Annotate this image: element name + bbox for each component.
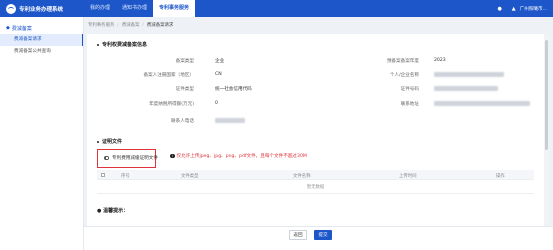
sidebar-item-fee-request[interactable]: 费减备案请求 bbox=[0, 34, 83, 46]
bullet-icon bbox=[97, 140, 99, 143]
bullet-icon bbox=[97, 43, 99, 46]
field-value: 2023 bbox=[434, 58, 446, 63]
redacted-value bbox=[215, 118, 245, 123]
field-value: 企业 bbox=[215, 59, 225, 64]
table-empty: 暂无数据 bbox=[97, 180, 534, 194]
nav-patent-services[interactable]: 专利事务服务 bbox=[153, 0, 196, 17]
main-nav: 我的办理 通知书办理 专利事务服务 bbox=[84, 0, 196, 17]
redacted-value bbox=[434, 72, 504, 77]
logo-icon bbox=[6, 3, 16, 14]
field-value: 0 bbox=[215, 101, 218, 106]
vertical-scrollbar[interactable] bbox=[544, 34, 549, 226]
field-label: 证件类型 bbox=[175, 87, 194, 92]
field-label: 联系人电话 bbox=[171, 119, 194, 124]
field-label: 预备案备案年度 bbox=[386, 59, 419, 64]
attachment-section-title-text: 证明文件 bbox=[102, 139, 123, 145]
column-header-time: 上传时间 bbox=[399, 174, 417, 179]
sidebar-group-fee-reduction[interactable]: ◆ 费减备案 bbox=[0, 22, 83, 34]
upload-hint: ! 仅允许上传jpeg、jpg、png、pdf文件，且每个文件不超过30M bbox=[170, 153, 307, 159]
info-row: 年度纳税所得额(万元) 0 联系地址 bbox=[87, 97, 544, 110]
field-label: 备案人注册国家（地区） bbox=[143, 73, 194, 78]
field-label: 年度纳税所得额(万元) bbox=[149, 102, 194, 107]
nav-notice-handling[interactable]: 通知书办理 bbox=[116, 0, 153, 17]
cloud-upload-icon bbox=[104, 156, 109, 160]
upload-proof-button[interactable]: 专利费用减缓证明文件 bbox=[104, 155, 158, 161]
breadcrumb-separator: / bbox=[142, 22, 144, 28]
scrollbar-thumb[interactable] bbox=[545, 40, 548, 150]
field-value: CN bbox=[215, 72, 222, 77]
user-name[interactable]: 广州照曦市... bbox=[520, 6, 547, 12]
field-label: 证件号码 bbox=[400, 87, 419, 92]
info-row: 联系人电话 bbox=[87, 114, 544, 127]
column-header-action: 操作 bbox=[496, 174, 505, 179]
app-title: 专利业务办理系统 bbox=[19, 6, 64, 13]
main-content: 专利权费减备案信息 备案类型 企业 预备案备案年度 2023 备案人注册国家（地… bbox=[87, 34, 544, 244]
sidebar-group-label: 费减备案 bbox=[11, 25, 32, 32]
top-bar: 专利业务办理系统 我的办理 通知书办理 专利事务服务 ● ▲ 广州照曦市... bbox=[0, 0, 553, 17]
breadcrumb: 专利事务服务 / 费减备案 / 费减备案请求 bbox=[88, 20, 173, 30]
info-row: 证件类型 统一社会信用代码 证件号码 bbox=[87, 82, 544, 95]
notice-title: ● 温馨提示： bbox=[97, 207, 128, 214]
info-icon: ! bbox=[170, 153, 175, 159]
sidebar-item-public-query[interactable]: 费减备案公共查询 bbox=[0, 46, 83, 58]
breadcrumb-current: 费减备案请求 bbox=[146, 23, 174, 28]
info-row: 备案人注册国家（地区） CN 个人/企业名称 bbox=[87, 68, 544, 81]
field-label: 个人/企业名称 bbox=[389, 73, 419, 78]
select-all-checkbox[interactable] bbox=[101, 173, 105, 177]
action-footer: 返回 提交 bbox=[84, 226, 553, 250]
attachment-table: 序号 文件类型 文件名称 上传时间 操作 暂无数据 bbox=[97, 170, 534, 194]
field-label: 联系地址 bbox=[400, 102, 419, 107]
column-header-type: 文件类型 bbox=[181, 174, 199, 179]
user-icon[interactable]: ▲ bbox=[511, 6, 517, 12]
notice-title-text: ● 温馨提示： bbox=[97, 208, 129, 214]
bell-icon[interactable]: ● bbox=[497, 6, 503, 12]
column-header-index: 序号 bbox=[121, 174, 130, 179]
attachment-section-title: 证明文件 bbox=[97, 138, 122, 145]
app-logo: 专利业务办理系统 bbox=[0, 3, 84, 14]
table-header: 序号 文件类型 文件名称 上传时间 操作 bbox=[97, 170, 534, 180]
submit-button[interactable]: 提交 bbox=[314, 230, 332, 240]
column-header-name: 文件名称 bbox=[293, 174, 311, 179]
info-row: 备案类型 企业 预备案备案年度 2023 bbox=[87, 54, 544, 67]
redacted-value bbox=[434, 101, 530, 106]
info-section-title-text: 专利权费减备案信息 bbox=[102, 42, 148, 48]
sidebar: ◆ 费减备案 费减备案请求 费减备案公共查询 bbox=[0, 17, 84, 250]
back-button[interactable]: 返回 bbox=[289, 230, 307, 240]
redacted-value bbox=[434, 86, 498, 91]
upload-button-label: 专利费用减缓证明文件 bbox=[112, 156, 158, 161]
breadcrumb-item[interactable]: 费减备案 bbox=[122, 22, 140, 28]
breadcrumb-item[interactable]: 专利事务服务 bbox=[88, 22, 114, 28]
upload-hint-text: 仅允许上传jpeg、jpg、png、pdf文件，且每个文件不超过30M bbox=[176, 154, 307, 159]
top-right-tools: ● ▲ 广州照曦市... bbox=[489, 6, 553, 12]
breadcrumb-separator: / bbox=[117, 22, 119, 28]
nav-my-handling[interactable]: 我的办理 bbox=[84, 0, 116, 17]
field-label: 备案类型 bbox=[175, 59, 194, 64]
diamond-icon: ◆ bbox=[6, 25, 10, 31]
field-value: 统一社会信用代码 bbox=[215, 87, 252, 92]
upload-highlight-box: 专利费用减缓证明文件 bbox=[97, 149, 158, 168]
info-section-title: 专利权费减备案信息 bbox=[97, 41, 147, 48]
